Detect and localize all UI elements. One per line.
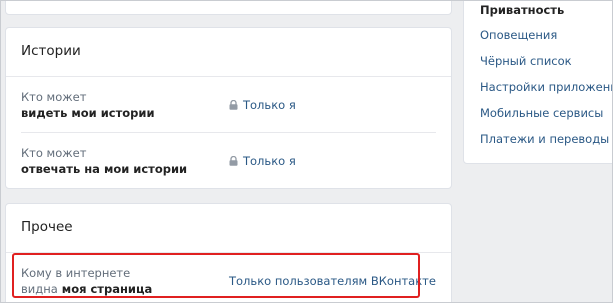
previous-section-card xyxy=(5,0,452,15)
privacy-value: Только я xyxy=(243,154,296,168)
section-title: Прочее xyxy=(6,204,451,253)
menu-item-payments[interactable]: Платежи и переводы xyxy=(480,129,609,149)
menu-item-notifications[interactable]: Оповещения xyxy=(480,25,557,45)
stories-section: Истории Кто может видеть мои истории Тол… xyxy=(5,27,452,189)
section-title: Истории xyxy=(6,28,451,77)
menu-item-privacy[interactable]: Приватность xyxy=(480,0,564,20)
setting-row-view-stories: Кто может видеть мои истории Только я xyxy=(21,77,436,132)
setting-label-line1: Кто может xyxy=(21,90,87,104)
setting-label: Кто может отвечать на мои истории xyxy=(21,145,187,177)
setting-label-line2: видеть мои истории xyxy=(21,106,155,120)
privacy-value-dropdown[interactable]: Только я xyxy=(229,97,296,113)
menu-item-blacklist[interactable]: Чёрный список xyxy=(480,51,572,71)
menu-item-mobile-services[interactable]: Мобильные сервисы xyxy=(480,103,603,123)
setting-row-reply-stories: Кто может отвечать на мои истории Только… xyxy=(21,132,436,187)
highlight-box xyxy=(12,253,420,298)
menu-item-app-settings[interactable]: Настройки приложений xyxy=(480,77,613,97)
privacy-value-dropdown[interactable]: Только я xyxy=(229,153,296,169)
privacy-value: Только я xyxy=(243,98,296,112)
lock-icon xyxy=(229,100,238,110)
setting-label-line2: отвечать на мои истории xyxy=(21,162,188,176)
setting-label: Кто может видеть мои истории xyxy=(21,89,155,121)
setting-label-line1: Кто может xyxy=(21,146,87,160)
lock-icon xyxy=(229,156,238,166)
